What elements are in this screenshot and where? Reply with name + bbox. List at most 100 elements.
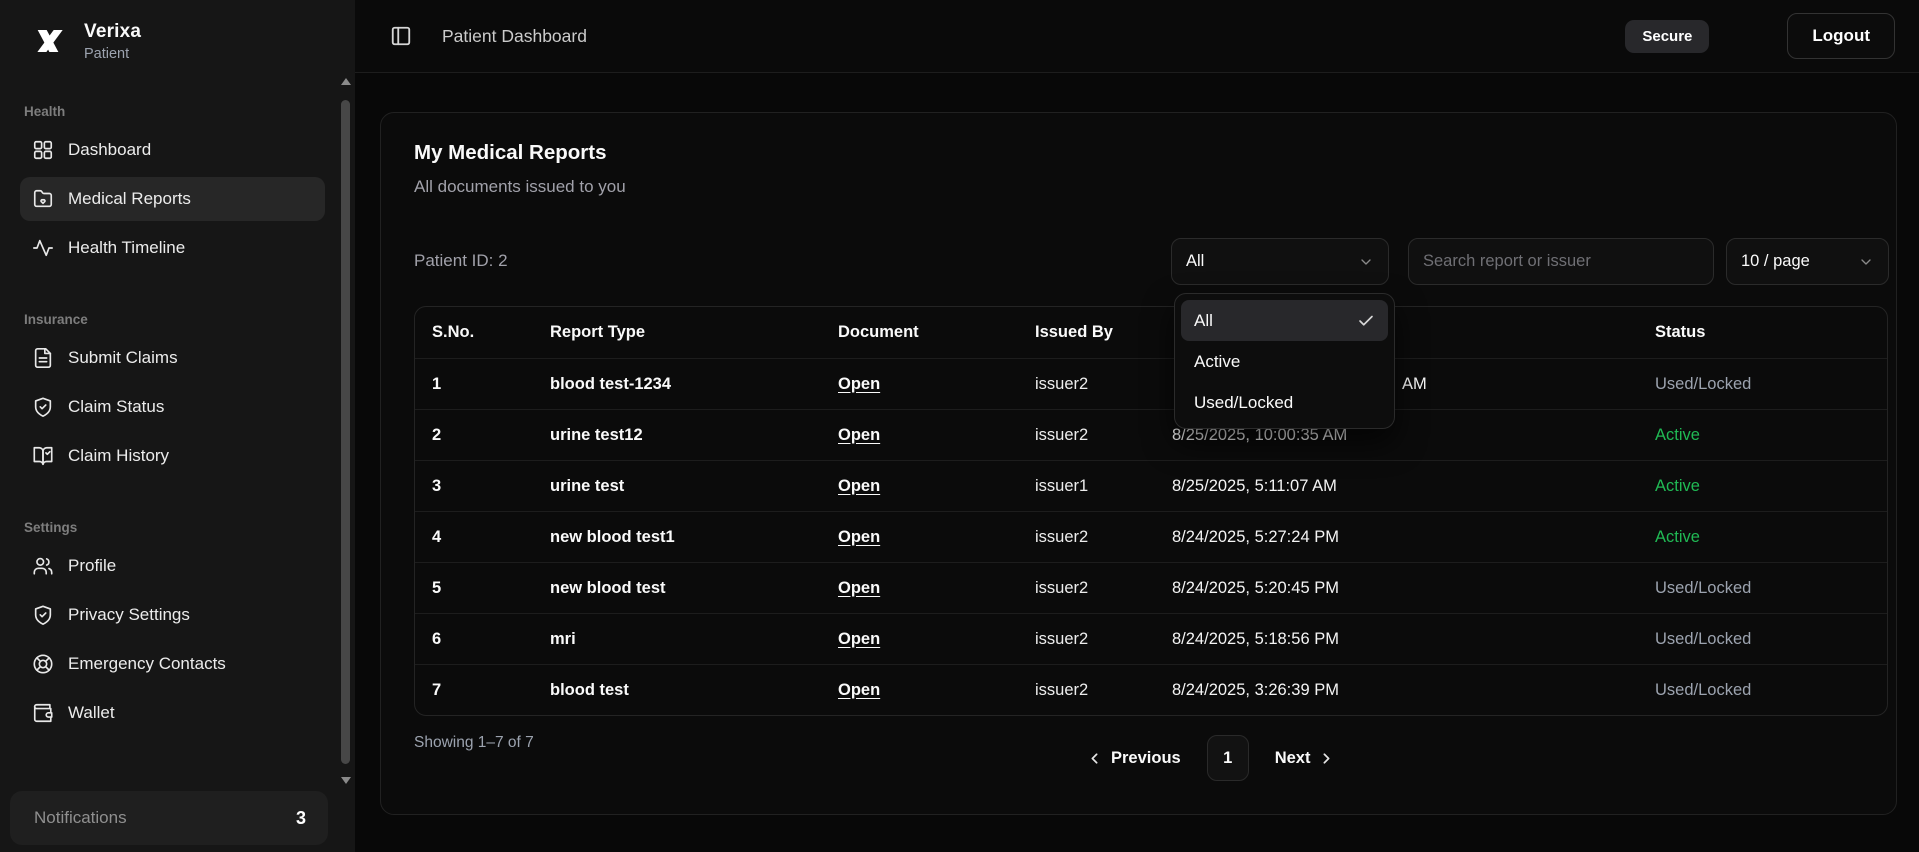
cell-sno: 6 bbox=[432, 629, 442, 648]
book-check-icon bbox=[33, 446, 53, 466]
card-subtitle: All documents issued to you bbox=[414, 177, 626, 196]
cell-sno: 1 bbox=[432, 374, 442, 393]
chevron-left-icon bbox=[1091, 752, 1098, 764]
cell-issued-by: issuer2 bbox=[1035, 629, 1089, 648]
chevron-right-icon bbox=[1323, 752, 1330, 764]
open-document-link[interactable]: Open bbox=[838, 426, 880, 444]
sidebar-item-privacy-settings[interactable]: Privacy Settings bbox=[20, 593, 325, 637]
cell-issued-at: 8/25/2025, 5:11:07 AM bbox=[1172, 476, 1337, 495]
sidebar-item-label: Wallet bbox=[68, 703, 115, 722]
open-document-link[interactable]: Open bbox=[838, 681, 880, 699]
table-row: 4 new blood test1 Open issuer2 8/24/2025, 5:… bbox=[415, 511, 1887, 562]
dropdown-option-label: Used/Locked bbox=[1194, 392, 1294, 412]
sidebar-item-claim-status[interactable]: Claim Status bbox=[20, 385, 325, 429]
sidebar-item-wallet[interactable]: Wallet bbox=[20, 691, 325, 735]
table-row: 5 new blood test Open issuer2 8/24/2025, 5:2… bbox=[415, 562, 1887, 613]
secure-badge: Secure bbox=[1625, 19, 1710, 53]
brand: Verixa Patient bbox=[28, 16, 325, 66]
sidebar-item-profile[interactable]: Profile bbox=[20, 544, 325, 588]
notifications-panel[interactable]: Notifications 3 bbox=[10, 791, 328, 845]
scroll-up-arrow-icon[interactable] bbox=[341, 78, 351, 85]
main-area: Patient Dashboard Secure Logout My Medic… bbox=[355, 0, 1919, 852]
check-icon bbox=[1359, 315, 1373, 326]
column-header: S.No. bbox=[432, 323, 475, 341]
sidebar-scrollbar[interactable] bbox=[340, 78, 352, 784]
page-title: Patient Dashboard bbox=[442, 25, 587, 46]
sidebar-item-dashboard[interactable]: Dashboard bbox=[20, 128, 325, 172]
cell-issued-by: issuer2 bbox=[1035, 578, 1089, 597]
status-badge: Used/Locked bbox=[1655, 374, 1752, 393]
cell-sno: 3 bbox=[432, 476, 442, 495]
life-buoy-icon bbox=[33, 654, 53, 674]
column-header: Report Type bbox=[550, 323, 646, 341]
cell-report-type: mri bbox=[550, 629, 576, 648]
card-title: My Medical Reports bbox=[414, 141, 607, 164]
cell-issued-by: issuer2 bbox=[1035, 680, 1089, 699]
patient-id-label: Patient ID: 2 bbox=[414, 251, 508, 270]
folder-heart-icon bbox=[33, 189, 53, 208]
cell-issued-at: 8/24/2025, 5:20:45 PM bbox=[1172, 578, 1339, 597]
topbar: Patient Dashboard Secure Logout bbox=[355, 0, 1919, 73]
open-document-link[interactable]: Open bbox=[838, 477, 880, 495]
sidebar-item-claim-history[interactable]: Claim History bbox=[20, 434, 325, 478]
search-field[interactable] bbox=[1408, 238, 1714, 285]
cell-report-type: urine test12 bbox=[550, 425, 643, 444]
dropdown-option-used-locked[interactable]: Used/Locked bbox=[1181, 382, 1388, 423]
content: My Medical Reports All documents issued … bbox=[355, 73, 1919, 852]
cell-report-type: urine test bbox=[550, 476, 625, 495]
sidebar-item-submit-claims[interactable]: Submit Claims bbox=[20, 336, 325, 380]
cell-issued-by: issuer2 bbox=[1035, 374, 1089, 393]
status-filter-dropdown: All Active Used/Locked bbox=[1174, 293, 1395, 429]
scrollbar-thumb[interactable] bbox=[341, 100, 350, 764]
sidebar-item-medical-reports[interactable]: Medical Reports bbox=[20, 177, 325, 221]
sidebar-item-label: Submit Claims bbox=[68, 348, 178, 367]
status-badge: Active bbox=[1655, 425, 1700, 444]
sidebar-item-label: Dashboard bbox=[68, 140, 152, 159]
column-header: Document bbox=[838, 323, 919, 341]
previous-label: Previous bbox=[1111, 748, 1181, 767]
next-page-button[interactable]: Next bbox=[1275, 749, 1336, 768]
scroll-down-arrow-icon[interactable] bbox=[341, 777, 351, 784]
page-size-select[interactable]: 10 / page bbox=[1726, 238, 1889, 285]
medical-reports-card: My Medical Reports All documents issued … bbox=[380, 112, 1897, 815]
section-label-insurance: Insurance bbox=[24, 312, 88, 327]
brand-role: Patient bbox=[84, 45, 130, 62]
brand-name: Verixa bbox=[84, 20, 142, 42]
page-number-button[interactable]: 1 bbox=[1206, 735, 1249, 781]
sidebar-item-label: Claim Status bbox=[68, 397, 165, 416]
dropdown-option-all[interactable]: All bbox=[1181, 300, 1388, 341]
open-document-link[interactable]: Open bbox=[838, 630, 880, 648]
table-row: 3 urine test Open issuer1 8/25/2025, 5:11:07… bbox=[415, 460, 1887, 511]
status-filter-select[interactable]: All bbox=[1171, 238, 1389, 285]
notifications-label: Notifications bbox=[34, 808, 127, 827]
reports-table: S.No. Report Type Document Issued By Status 1… bbox=[414, 306, 1888, 716]
open-document-link[interactable]: Open bbox=[838, 579, 880, 597]
status-badge: Used/Locked bbox=[1655, 578, 1752, 597]
cell-sno: 4 bbox=[432, 527, 442, 546]
sidebar-toggle-icon[interactable] bbox=[390, 25, 412, 47]
cell-issued-at: 8/24/2025, 5:27:24 PM bbox=[1172, 527, 1339, 546]
next-label: Next bbox=[1274, 748, 1311, 767]
sidebar-item-emergency-contacts[interactable]: Emergency Contacts bbox=[20, 642, 325, 686]
verixa-logo-icon bbox=[37, 30, 63, 52]
open-document-link[interactable]: Open bbox=[838, 528, 880, 546]
shield-check-icon bbox=[34, 397, 52, 417]
sidebar-item-health-timeline[interactable]: Health Timeline bbox=[20, 226, 325, 270]
cell-sno: 7 bbox=[432, 680, 442, 699]
sidebar-nav: Health Dashboard Medical Reports Health Tim… bbox=[20, 104, 325, 735]
cell-sno: 5 bbox=[432, 578, 442, 597]
showing-count-text: Showing 1–7 of 7 bbox=[414, 734, 534, 751]
logout-button[interactable]: Logout bbox=[1787, 13, 1895, 59]
cell-issued-at: 8/24/2025, 3:26:39 PM bbox=[1172, 680, 1339, 699]
sidebar-item-label: Medical Reports bbox=[68, 189, 191, 208]
file-text-icon bbox=[34, 348, 52, 368]
open-document-link[interactable]: Open bbox=[838, 375, 880, 393]
cell-issued-at: 8/24/2025, 5:18:56 PM bbox=[1172, 629, 1339, 648]
table-row: 1 blood test-1234 Open issuer2 AM Used/Locked bbox=[415, 358, 1887, 409]
cell-issued-by: issuer2 bbox=[1035, 527, 1089, 546]
dropdown-option-active[interactable]: Active bbox=[1181, 341, 1388, 382]
cell-report-type: new blood test bbox=[550, 578, 666, 597]
search-input[interactable] bbox=[1423, 252, 1699, 271]
previous-page-button[interactable]: Previous bbox=[1086, 749, 1181, 768]
section-label-settings: Settings bbox=[24, 520, 78, 535]
